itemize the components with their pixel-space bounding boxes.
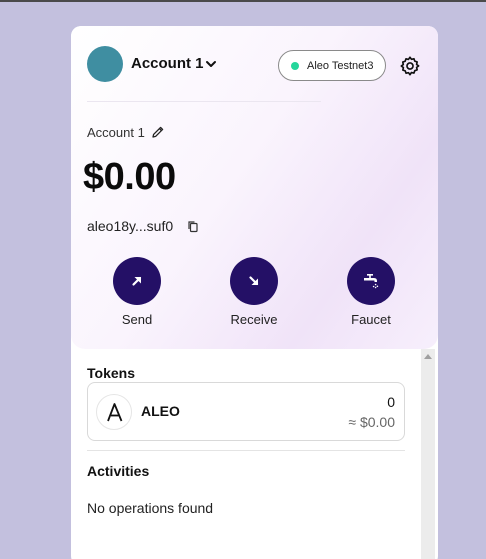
header-divider xyxy=(87,101,321,102)
wallet-popup: Account 1 Aleo Testnet3 Account 1 $0.00 … xyxy=(71,26,438,559)
chevron-down-icon[interactable] xyxy=(205,55,217,73)
scrollbar[interactable] xyxy=(421,349,435,559)
window-top-border xyxy=(0,0,486,2)
faucet-icon xyxy=(364,274,379,289)
aleo-logo-icon xyxy=(96,394,132,430)
arrow-up-right-icon xyxy=(132,276,142,286)
gear-icon[interactable] xyxy=(399,55,421,77)
copy-icon[interactable] xyxy=(187,220,199,233)
tokens-heading: Tokens xyxy=(87,365,135,381)
faucet-action: Faucet xyxy=(331,257,411,327)
faucet-button[interactable] xyxy=(347,257,395,305)
account-summary-card: Account 1 Aleo Testnet3 Account 1 $0.00 … xyxy=(71,26,438,349)
account-selector[interactable]: Account 1 xyxy=(131,55,204,72)
account-address: aleo18y...suf0 xyxy=(87,218,174,234)
faucet-label: Faucet xyxy=(351,312,391,327)
token-symbol: ALEO xyxy=(141,403,180,419)
section-divider xyxy=(87,450,405,451)
receive-label: Receive xyxy=(230,312,278,327)
arrow-down-right-icon xyxy=(249,276,259,286)
pencil-icon[interactable] xyxy=(151,125,165,139)
send-label: Send xyxy=(121,312,153,327)
receive-action: Receive xyxy=(214,257,294,327)
token-amount: 0 xyxy=(387,394,395,410)
account-label: Account 1 xyxy=(87,125,145,140)
network-label: Aleo Testnet3 xyxy=(307,59,374,72)
scroll-up-arrow-icon[interactable] xyxy=(424,354,432,359)
send-button[interactable] xyxy=(113,257,161,305)
activities-empty-state: No operations found xyxy=(87,500,214,516)
send-action: Send xyxy=(97,257,177,327)
receive-button[interactable] xyxy=(230,257,278,305)
activities-heading: Activities xyxy=(87,463,150,479)
balance-amount: $0.00 xyxy=(83,156,176,198)
token-usd-value: ≈ $0.00 xyxy=(348,414,395,430)
network-selector[interactable]: Aleo Testnet3 xyxy=(278,50,386,81)
token-row-aleo[interactable]: ALEO 0 ≈ $0.00 xyxy=(87,382,405,441)
network-status-dot xyxy=(291,61,299,70)
account-avatar[interactable] xyxy=(87,46,123,82)
